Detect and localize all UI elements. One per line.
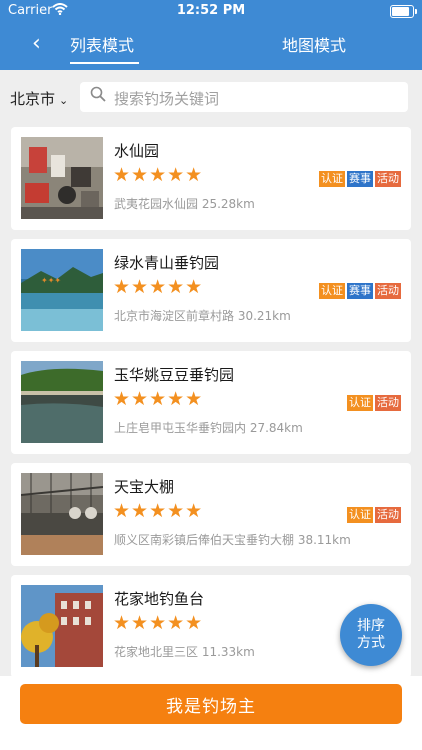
status-bar: Carrier 12:52 PM [0,0,422,22]
list-item[interactable]: ✦✦✦ 绿水青山垂钓园 ★★★★★ 认证 赛事 活动 北京市海淀区前章村路 30… [11,239,411,342]
status-time: 12:52 PM [176,3,246,18]
city-label: 北京市 [10,90,56,108]
spot-address: 上庄皂甲屯玉华垂钓园内 27.84km [114,421,303,435]
sort-method-button[interactable]: 排序 方式 [340,604,402,666]
spot-address: 北京市海淀区前章村路 30.21km [114,309,291,323]
rating-stars: ★★★★★ [113,388,204,410]
tag-group: 认证 赛事 活动 [319,171,401,187]
list-item[interactable]: 玉华姚豆豆垂钓园 ★★★★★ 认证 活动 上庄皂甲屯玉华垂钓园内 27.84km [11,351,411,454]
spot-name: 玉华姚豆豆垂钓园 [114,366,235,384]
list-item[interactable]: 天宝大棚 ★★★★★ 认证 活动 顺义区南彩镇后俸伯天宝垂钓大棚 38.11km [11,463,411,566]
fishing-spot-list: 水仙园 ★★★★★ 认证 赛事 活动 武夷花园水仙园 25.28km ✦✦✦ 绿… [11,127,411,687]
back-chevron-icon[interactable]: ‹ [32,32,41,56]
spot-address: 顺义区南彩镇后俸伯天宝垂钓大棚 38.11km [114,533,351,547]
rating-stars: ★★★★★ [113,500,204,522]
event-badge: 赛事 [347,283,373,299]
spot-address: 花家地北里三区 11.33km [114,645,255,659]
city-selector[interactable]: 北京市 ⌄ [10,88,68,109]
search-input[interactable]: 搜索钓场关键词 [80,82,408,112]
spot-name: 花家地钓鱼台 [114,590,205,608]
certified-badge: 认证 [319,171,345,187]
list-item[interactable]: 水仙园 ★★★★★ 认证 赛事 活动 武夷花园水仙园 25.28km [11,127,411,230]
spot-thumbnail: ✦✦✦ [21,249,103,331]
activity-badge: 活动 [375,171,401,187]
spot-name: 天宝大棚 [114,478,175,496]
search-icon [90,86,106,102]
spot-name: 水仙园 [114,142,160,160]
activity-badge: 活动 [375,507,401,523]
activity-badge: 活动 [375,283,401,299]
navigation-bar: ‹ 列表模式 地图模式 [0,22,422,70]
sort-label-line1: 排序 [357,618,385,634]
search-placeholder: 搜索钓场关键词 [114,90,220,108]
tag-group: 认证 活动 [347,507,401,523]
activity-badge: 活动 [375,395,401,411]
tab-map-mode[interactable]: 地图模式 [282,32,346,56]
active-tab-indicator [70,62,139,64]
search-bar: 北京市 ⌄ 搜索钓场关键词 [0,70,422,124]
battery-icon [390,5,417,18]
event-badge: 赛事 [347,171,373,187]
spot-thumbnail [21,473,103,555]
certified-badge: 认证 [347,395,373,411]
spot-name: 绿水青山垂钓园 [114,254,220,272]
rating-stars: ★★★★★ [113,164,204,186]
tag-group: 认证 活动 [347,395,401,411]
tab-list-mode[interactable]: 列表模式 [70,32,134,56]
i-am-owner-button[interactable]: 我是钓场主 [20,684,402,724]
chevron-down-icon: ⌄ [59,94,69,107]
rating-stars: ★★★★★ [113,276,204,298]
tag-group: 认证 赛事 活动 [319,283,401,299]
spot-address: 武夷花园水仙园 25.28km [114,197,255,211]
bottom-bar: 我是钓场主 [0,676,422,750]
sort-label-line2: 方式 [357,635,385,651]
svg-text:✦✦✦: ✦✦✦ [41,276,61,285]
certified-badge: 认证 [347,507,373,523]
spot-thumbnail [21,137,103,219]
spot-thumbnail [21,585,103,667]
spot-thumbnail [21,361,103,443]
rating-stars: ★★★★★ [113,612,204,634]
certified-badge: 认证 [319,283,345,299]
